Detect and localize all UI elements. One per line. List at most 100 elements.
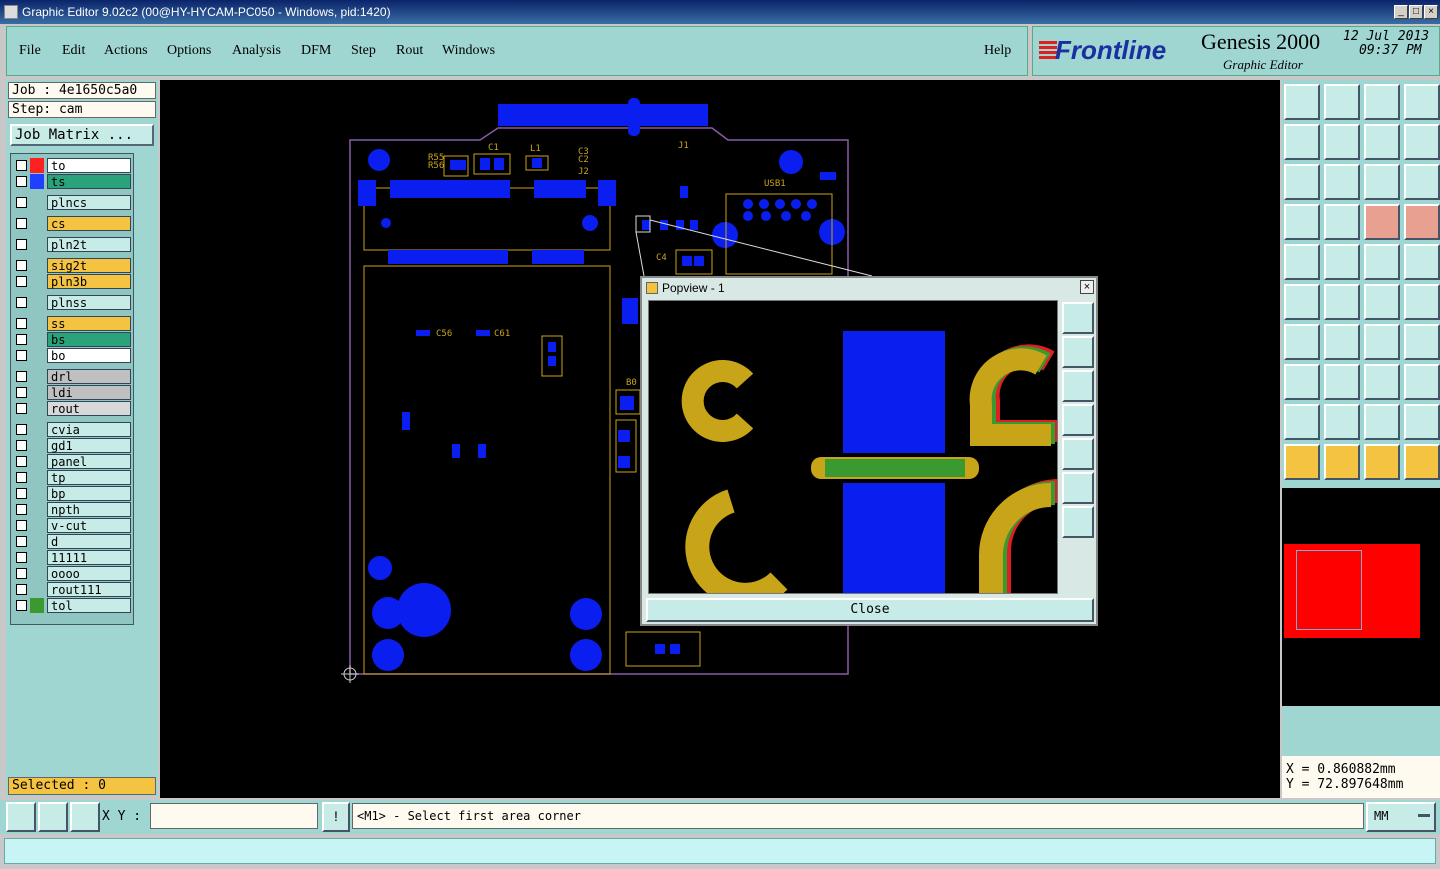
- layer-checkbox[interactable]: [16, 520, 27, 531]
- layer-name[interactable]: tol: [47, 598, 131, 613]
- scale-icon[interactable]: [1364, 164, 1400, 200]
- pad-add-icon[interactable]: [1284, 364, 1320, 400]
- layer-color-swatch[interactable]: [30, 566, 44, 581]
- layer-color-swatch[interactable]: [30, 438, 44, 453]
- layer-name[interactable]: ldi: [47, 385, 131, 400]
- layer-checkbox[interactable]: [16, 297, 27, 308]
- rotate-icon[interactable]: [1404, 324, 1440, 360]
- grid-icon[interactable]: [1324, 204, 1360, 240]
- layer-row-d[interactable]: d: [13, 534, 133, 549]
- layer-color-swatch[interactable]: [30, 518, 44, 533]
- arc-icon[interactable]: [1364, 324, 1400, 360]
- select-icon[interactable]: [1284, 444, 1320, 480]
- layer-row-pln3b[interactable]: pln3b: [13, 274, 133, 289]
- layer-name[interactable]: rout: [47, 401, 131, 416]
- menu-windows[interactable]: Windows: [442, 43, 495, 59]
- layer-checkbox[interactable]: [16, 584, 27, 595]
- select-poly-icon[interactable]: [1364, 444, 1400, 480]
- layer-color-swatch[interactable]: [30, 195, 44, 210]
- popview-zoom-fit-button[interactable]: [1062, 302, 1094, 334]
- layer-name[interactable]: tp: [47, 470, 131, 485]
- home-icon[interactable]: [1364, 84, 1400, 120]
- popview-pan-down-button[interactable]: [1062, 370, 1094, 402]
- select-net-icon[interactable]: [1404, 444, 1440, 480]
- menu-options[interactable]: Options: [167, 43, 211, 59]
- layer-name[interactable]: panel: [47, 454, 131, 469]
- layer-color-swatch[interactable]: [30, 534, 44, 549]
- slash-icon[interactable]: [1324, 324, 1360, 360]
- triangle-a-icon[interactable]: [1284, 404, 1320, 440]
- layer-name[interactable]: rout111: [47, 582, 131, 597]
- layer-row-v-cut[interactable]: v-cut: [13, 518, 133, 533]
- layer-row-ts[interactable]: ts: [13, 174, 133, 189]
- layer-row-rout[interactable]: rout: [13, 401, 133, 416]
- cross-icon[interactable]: [1324, 284, 1360, 320]
- layer-name[interactable]: plncs: [47, 195, 131, 210]
- layer-row-drl[interactable]: drl: [13, 369, 133, 384]
- connect-icon[interactable]: [1284, 284, 1320, 320]
- layer-row-oooo[interactable]: oooo: [13, 566, 133, 581]
- popview-zoom-in-button[interactable]: [1062, 472, 1094, 504]
- layer-row-bp[interactable]: bp: [13, 486, 133, 501]
- layer-checkbox[interactable]: [16, 403, 27, 414]
- menu-file[interactable]: File: [19, 43, 41, 59]
- layer-row-cvia[interactable]: cvia: [13, 422, 133, 437]
- move-icon[interactable]: [1364, 284, 1400, 320]
- popview-pan-left-button[interactable]: [1062, 404, 1094, 436]
- layer-color-swatch[interactable]: [30, 454, 44, 469]
- layer-name[interactable]: ss: [47, 316, 131, 331]
- layer-checkbox[interactable]: [16, 318, 27, 329]
- layer-color-swatch[interactable]: [30, 369, 44, 384]
- layer-color-swatch[interactable]: [30, 550, 44, 565]
- layer-checkbox[interactable]: [16, 260, 27, 271]
- layer-checkbox[interactable]: [16, 424, 27, 435]
- popview-pan-up-button[interactable]: [1062, 336, 1094, 368]
- layer-color-swatch[interactable]: [30, 216, 44, 231]
- layer-name[interactable]: pln2t: [47, 237, 131, 252]
- layer-row-panel[interactable]: panel: [13, 454, 133, 469]
- menu-help[interactable]: Help: [984, 43, 1011, 59]
- measure-button[interactable]: [38, 802, 68, 832]
- line-icon[interactable]: [1284, 324, 1320, 360]
- triangle-d-icon[interactable]: [1404, 404, 1440, 440]
- layer-checkbox[interactable]: [16, 600, 27, 611]
- layer-row-to[interactable]: to: [13, 158, 133, 173]
- layer-row-cs[interactable]: cs: [13, 216, 133, 231]
- layer-name[interactable]: oooo: [47, 566, 131, 581]
- layer-name[interactable]: bo: [47, 348, 131, 363]
- zoom-prev-icon[interactable]: [1284, 124, 1320, 160]
- layer-row-tp[interactable]: tp: [13, 470, 133, 485]
- popview-zoom-out-button[interactable]: [1062, 506, 1094, 538]
- layer-checkbox[interactable]: [16, 387, 27, 398]
- menu-analysis[interactable]: Analysis: [232, 43, 281, 59]
- layer-b-icon[interactable]: [1404, 204, 1440, 240]
- layer-checkbox[interactable]: [16, 176, 27, 187]
- layer-color-swatch[interactable]: [30, 348, 44, 363]
- layer-color-swatch[interactable]: [30, 332, 44, 347]
- layer-name[interactable]: pln3b: [47, 274, 131, 289]
- layer-color-swatch[interactable]: [30, 237, 44, 252]
- snap-mode-button[interactable]: [6, 802, 36, 832]
- layer-color-swatch[interactable]: [30, 598, 44, 613]
- settings-icon[interactable]: [1284, 204, 1320, 240]
- layer-checkbox[interactable]: [16, 568, 27, 579]
- job-matrix-button[interactable]: Job Matrix ...: [10, 124, 154, 146]
- layer-row-npth[interactable]: npth: [13, 502, 133, 517]
- layer-name[interactable]: v-cut: [47, 518, 131, 533]
- popview-close-button[interactable]: Close: [646, 598, 1094, 622]
- minimize-button[interactable]: _: [1394, 5, 1408, 19]
- layer-checkbox[interactable]: [16, 334, 27, 345]
- layer-checkbox[interactable]: [16, 552, 27, 563]
- help-icon[interactable]: [1404, 164, 1440, 200]
- layer-checkbox[interactable]: [16, 160, 27, 171]
- layer-row-bo[interactable]: bo: [13, 348, 133, 363]
- layer-color-swatch[interactable]: [30, 385, 44, 400]
- layer-color-swatch[interactable]: [30, 295, 44, 310]
- layer-name[interactable]: bp: [47, 486, 131, 501]
- layer-checkbox[interactable]: [16, 456, 27, 467]
- popview-pan-right-button[interactable]: [1062, 438, 1094, 470]
- open-icon[interactable]: [1284, 84, 1320, 120]
- menu-step[interactable]: Step: [351, 43, 376, 59]
- layer-name[interactable]: ts: [47, 174, 131, 189]
- menu-edit[interactable]: Edit: [62, 43, 85, 59]
